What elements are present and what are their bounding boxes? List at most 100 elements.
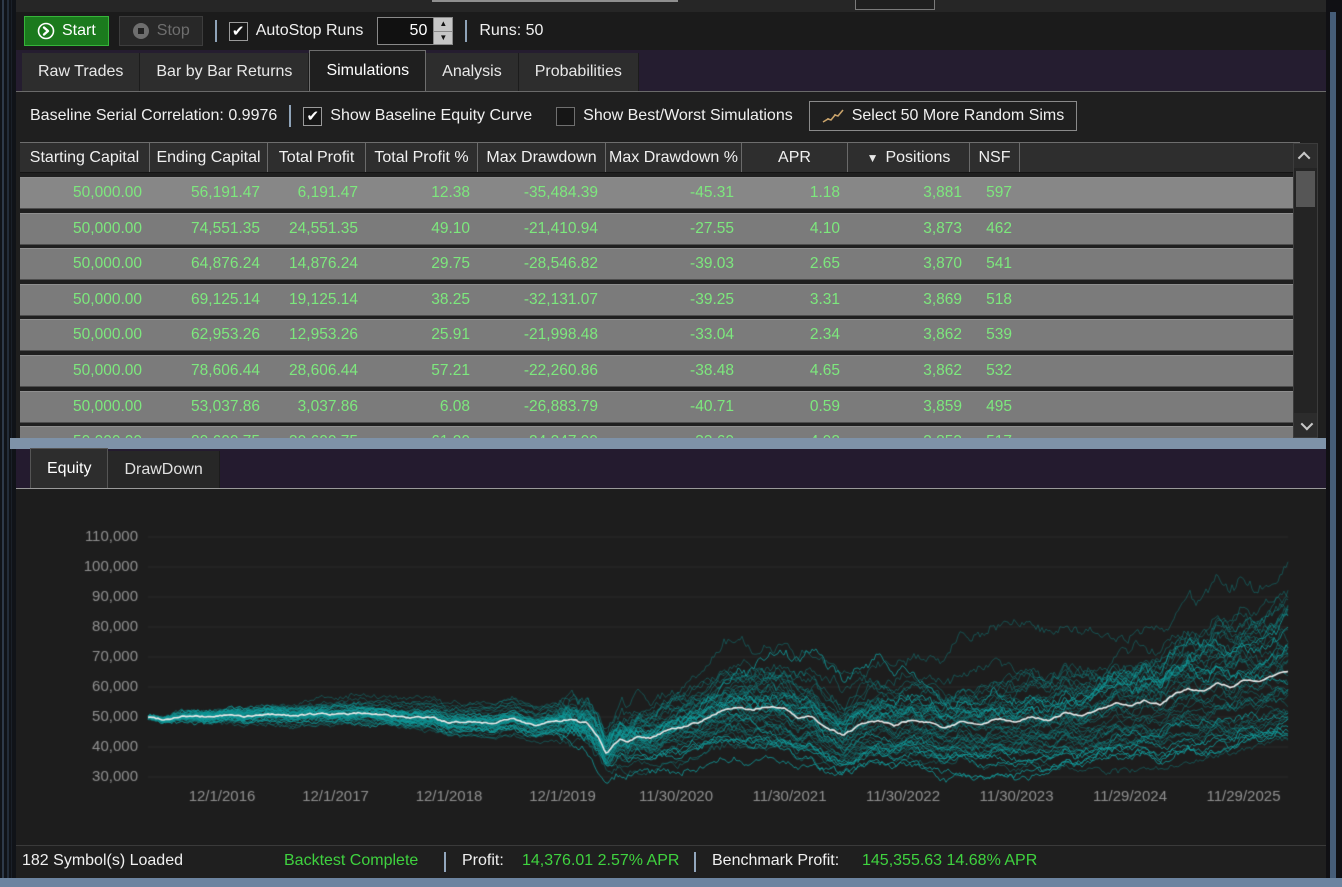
table-cell: 2.34: [742, 319, 848, 351]
status-separator: [444, 852, 446, 872]
table-cell: 53,037.86: [150, 391, 268, 423]
table-cell: 50,000.00: [20, 248, 150, 280]
simulations-panel: Baseline Serial Correlation: 0.9976 ✔ Sh…: [16, 91, 1326, 449]
table-cell: 38.25: [366, 284, 478, 316]
tab-simulations[interactable]: Simulations: [309, 50, 426, 91]
table-cell: 12.38: [366, 177, 478, 209]
table-cell: 6.08: [366, 391, 478, 423]
scroll-up-button[interactable]: [1294, 144, 1317, 168]
autostop-checkbox[interactable]: ✔: [229, 22, 248, 41]
select-more-sims-button[interactable]: Select 50 More Random Sims: [809, 101, 1078, 131]
column-header-starting-capital[interactable]: Starting Capital: [20, 143, 150, 172]
select-more-sims-label: Select 50 More Random Sims: [852, 107, 1065, 125]
table-cell: 49.10: [366, 213, 478, 245]
table-row[interactable]: 50,000.0078,606.4428,606.4457.21-22,260.…: [20, 355, 1300, 387]
spin-down-button[interactable]: ▼: [434, 31, 452, 45]
grid-header-row: Starting CapitalEnding CapitalTotal Prof…: [20, 143, 1300, 173]
table-cell: -32,131.07: [478, 284, 606, 316]
scroll-down-button[interactable]: [1294, 413, 1317, 437]
runs-count-label: Runs: 50: [479, 22, 543, 40]
toolbar-separator: [215, 20, 217, 42]
table-cell: 3,881: [848, 177, 970, 209]
tab-probabilities[interactable]: Probabilities: [519, 53, 639, 91]
profit-value: 14,376.01 2.57% APR: [522, 852, 679, 870]
chart-tab-equity[interactable]: Equity: [30, 448, 108, 488]
table-cell: 532: [970, 355, 1020, 387]
tab-raw-trades[interactable]: Raw Trades: [22, 53, 140, 91]
table-cell: 518: [970, 284, 1020, 316]
table-cell: 74,551.35: [150, 213, 268, 245]
table-row[interactable]: 50,000.0062,953.2612,953.2625.91-21,998.…: [20, 319, 1300, 351]
table-cell-filler: [1020, 213, 1300, 245]
table-cell: -38.48: [606, 355, 742, 387]
table-cell: 57.21: [366, 355, 478, 387]
equity-chart-canvas[interactable]: [16, 489, 1326, 845]
table-cell: 50,000.00: [20, 355, 150, 387]
table-cell: 597: [970, 177, 1020, 209]
table-cell: 50,000.00: [20, 319, 150, 351]
grid-rows: 50,000.0056,191.476,191.4712.38-35,484.3…: [20, 173, 1300, 438]
table-row[interactable]: 50,000.0080,600.7530,600.7561.20-24,247.…: [20, 426, 1300, 438]
grid-vertical-scrollbar[interactable]: [1293, 143, 1318, 438]
column-header-total-profit-[interactable]: Total Profit %: [366, 143, 478, 172]
stop-button-label: Stop: [157, 22, 190, 40]
baseline-serial-correlation-label: Baseline Serial Correlation: 0.9976: [30, 107, 277, 125]
simulations-grid: Starting CapitalEnding CapitalTotal Prof…: [20, 142, 1300, 438]
scrollbar-thumb[interactable]: [1296, 171, 1315, 207]
tab-bar-by-bar-returns[interactable]: Bar by Bar Returns: [140, 53, 309, 91]
table-cell: 62,953.26: [150, 319, 268, 351]
horizontal-splitter[interactable]: [10, 438, 1326, 449]
table-cell: 29.75: [366, 248, 478, 280]
table-cell: 50,000.00: [20, 284, 150, 316]
table-cell: -26,883.79: [478, 391, 606, 423]
start-button[interactable]: Start: [24, 16, 109, 46]
column-header-positions[interactable]: ▼Positions: [848, 143, 970, 172]
column-header-max-drawdown-[interactable]: Max Drawdown %: [606, 143, 742, 172]
tab-analysis[interactable]: Analysis: [426, 53, 519, 91]
top-window-edge: [0, 0, 1342, 12]
show-baseline-label: Show Baseline Equity Curve: [330, 107, 532, 125]
table-cell: 3,870: [848, 248, 970, 280]
table-cell: 14,876.24: [268, 248, 366, 280]
chevron-up-icon: [1298, 151, 1311, 164]
table-cell: 3,859: [848, 391, 970, 423]
table-cell: 3,869: [848, 284, 970, 316]
table-cell: 3,853: [848, 426, 970, 438]
options-separator: [289, 105, 291, 127]
table-cell: -27.55: [606, 213, 742, 245]
table-cell: -35,484.39: [478, 177, 606, 209]
table-row[interactable]: 50,000.0074,551.3524,551.3549.10-21,410.…: [20, 213, 1300, 245]
table-cell: 0.59: [742, 391, 848, 423]
column-header-apr[interactable]: APR: [742, 143, 848, 172]
table-cell: -39.03: [606, 248, 742, 280]
simulation-options-bar: Baseline Serial Correlation: 0.9976 ✔ Sh…: [16, 92, 1326, 140]
table-cell: 6,191.47: [268, 177, 366, 209]
table-cell: 4.65: [742, 355, 848, 387]
table-row[interactable]: 50,000.0064,876.2414,876.2429.75-28,546.…: [20, 248, 1300, 280]
column-header-total-profit[interactable]: Total Profit: [268, 143, 366, 172]
column-header-max-drawdown[interactable]: Max Drawdown: [478, 143, 606, 172]
chart-tab-drawdown[interactable]: DrawDown: [108, 451, 219, 488]
stop-button[interactable]: Stop: [119, 16, 203, 46]
table-row[interactable]: 50,000.0053,037.863,037.866.08-26,883.79…: [20, 391, 1300, 423]
table-row[interactable]: 50,000.0056,191.476,191.4712.38-35,484.3…: [20, 177, 1300, 209]
table-cell: 4.92: [742, 426, 848, 438]
spin-up-button[interactable]: ▲: [434, 18, 452, 31]
table-cell: -33.60: [606, 426, 742, 438]
show-baseline-checkbox[interactable]: ✔: [303, 107, 322, 126]
table-row[interactable]: 50,000.0069,125.1419,125.1438.25-32,131.…: [20, 284, 1300, 316]
table-cell-filler: [1020, 177, 1300, 209]
autostop-label: AutoStop Runs: [256, 22, 364, 40]
status-separator: [694, 852, 696, 872]
table-cell: 28,606.44: [268, 355, 366, 387]
column-header-ending-capital[interactable]: Ending Capital: [150, 143, 268, 172]
table-cell: 541: [970, 248, 1020, 280]
table-cell: 69,125.14: [150, 284, 268, 316]
runs-input[interactable]: 50: [377, 17, 433, 45]
table-cell: 50,000.00: [20, 177, 150, 209]
show-best-worst-checkbox[interactable]: ✔: [556, 107, 575, 126]
column-header-nsf[interactable]: NSF: [970, 143, 1020, 172]
sort-descending-icon: ▼: [867, 151, 879, 165]
table-cell: 3,037.86: [268, 391, 366, 423]
table-cell: 3,862: [848, 319, 970, 351]
